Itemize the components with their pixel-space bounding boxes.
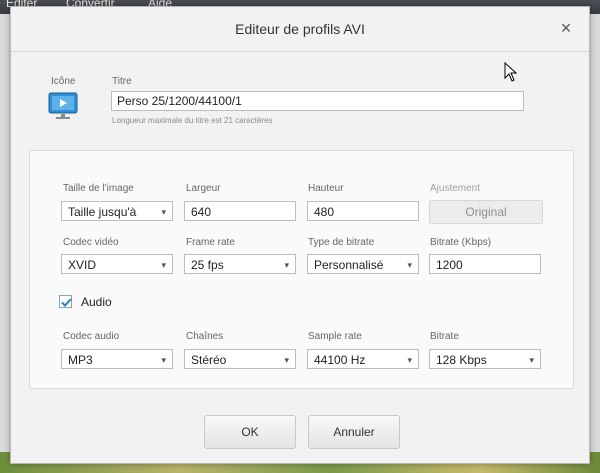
channels-value: Stéréo bbox=[191, 353, 227, 367]
adjust-label: Ajustement bbox=[430, 183, 481, 194]
width-field[interactable]: 640 bbox=[184, 201, 296, 221]
framerate-select[interactable]: 25 fps bbox=[184, 254, 296, 275]
image-size-value: Taille jusqu'à bbox=[68, 205, 137, 219]
height-field[interactable]: 480 bbox=[307, 201, 419, 221]
samplerate-select[interactable]: 44100 Hz bbox=[307, 349, 419, 370]
video-codec-value: XVID bbox=[68, 258, 97, 272]
audio-checkbox[interactable] bbox=[59, 295, 72, 308]
video-profile-icon[interactable] bbox=[48, 92, 78, 120]
avi-profile-editor-dialog: Editeur de profils AVI × Icône Titre Lon… bbox=[10, 6, 590, 464]
ok-button[interactable]: OK bbox=[204, 415, 296, 449]
checkmark-icon bbox=[61, 298, 72, 307]
audio-checkbox-label[interactable]: Audio bbox=[81, 295, 112, 309]
width-value: 640 bbox=[191, 205, 212, 219]
bitrate-type-label: Type de bitrate bbox=[308, 237, 375, 248]
image-size-label: Taille de l'image bbox=[63, 183, 134, 194]
framerate-value: 25 fps bbox=[191, 258, 224, 272]
audio-codec-value: MP3 bbox=[68, 353, 93, 367]
bitrate-type-value: Personnalisé bbox=[314, 258, 384, 272]
image-size-select[interactable]: Taille jusqu'à bbox=[61, 201, 173, 222]
adjust-value: Original bbox=[465, 205, 507, 219]
video-bitrate-value: 1200 bbox=[436, 258, 463, 272]
settings-panel: Taille de l'image Largeur Hauteur Ajuste… bbox=[29, 150, 574, 389]
adjust-original-button[interactable]: Original bbox=[429, 200, 543, 224]
icon-label: Icône bbox=[51, 76, 76, 87]
audio-bitrate-value: 128 Kbps bbox=[436, 353, 487, 367]
cancel-button[interactable]: Annuler bbox=[308, 415, 400, 449]
channels-label: Chaînes bbox=[186, 331, 224, 342]
title-input[interactable] bbox=[111, 91, 524, 111]
title-length-hint: Longueur maximale du titre est 21 caract… bbox=[112, 116, 273, 125]
audio-bitrate-select[interactable]: 128 Kbps bbox=[429, 349, 541, 370]
video-bitrate-label: Bitrate (Kbps) bbox=[430, 237, 492, 248]
width-label: Largeur bbox=[186, 183, 221, 194]
height-value: 480 bbox=[314, 205, 335, 219]
audio-bitrate-label: Bitrate bbox=[430, 331, 459, 342]
height-label: Hauteur bbox=[308, 183, 344, 194]
bitrate-type-select[interactable]: Personnalisé bbox=[307, 254, 419, 275]
video-codec-label: Codec vidéo bbox=[63, 237, 119, 248]
samplerate-label: Sample rate bbox=[308, 331, 362, 342]
framerate-label: Frame rate bbox=[186, 237, 235, 248]
audio-codec-label: Codec audio bbox=[63, 331, 120, 342]
video-bitrate-field[interactable]: 1200 bbox=[429, 254, 541, 274]
close-icon[interactable]: × bbox=[557, 19, 575, 37]
background-left-edge bbox=[0, 14, 10, 454]
title-label: Titre bbox=[112, 76, 132, 87]
audio-codec-select[interactable]: MP3 bbox=[61, 349, 173, 370]
channels-select[interactable]: Stéréo bbox=[184, 349, 296, 370]
video-codec-select[interactable]: XVID bbox=[61, 254, 173, 275]
samplerate-value: 44100 Hz bbox=[314, 353, 366, 367]
dialog-title: Editeur de profils AVI bbox=[11, 7, 589, 52]
mouse-cursor-icon bbox=[504, 61, 518, 87]
